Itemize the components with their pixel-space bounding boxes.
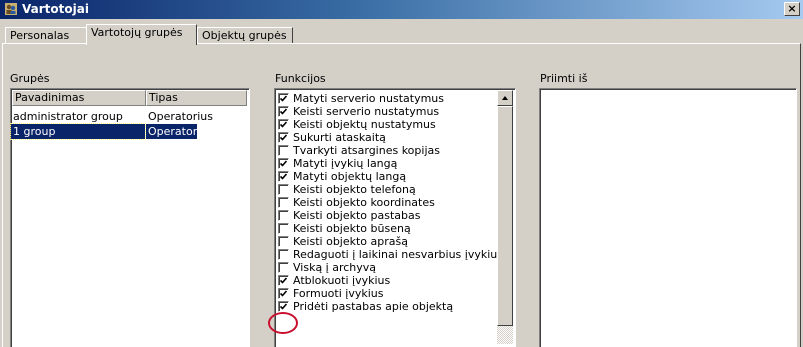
- checkmark-icon: [280, 303, 287, 310]
- checkbox-checked[interactable]: [278, 158, 289, 169]
- function-label: Keisti objekto aprašą: [293, 235, 408, 248]
- checkmark-icon: [280, 108, 287, 115]
- checkbox-unchecked[interactable]: [278, 145, 289, 156]
- function-label: Viską į archyvą: [293, 261, 377, 274]
- scroll-thumb[interactable]: [497, 106, 513, 326]
- arrow-up-icon: [502, 96, 508, 100]
- checkbox-checked[interactable]: [278, 132, 289, 143]
- tab-vartotoju-grupes[interactable]: Vartotojų grupės: [86, 24, 197, 45]
- checkbox-checked[interactable]: [278, 119, 289, 130]
- functions-checklist[interactable]: Matyti serverio nustatymus Keisti serveri…: [274, 88, 516, 347]
- checkmark-icon: [280, 173, 287, 180]
- function-label: Matyti įvykių langą: [293, 157, 398, 170]
- function-label: Matyti objektų langą: [293, 170, 407, 183]
- group-name: 1 group: [10, 123, 146, 140]
- group-type: Operatorius: [146, 124, 213, 139]
- checkmark-icon: [280, 277, 287, 284]
- checkbox-unchecked[interactable]: [278, 223, 289, 234]
- tab-personalas[interactable]: Personalas: [5, 27, 87, 43]
- checkbox-checked[interactable]: [278, 275, 289, 286]
- checkmark-icon: [280, 290, 287, 297]
- tab-strip: Personalas Vartotojų grupės Objektų grup…: [2, 23, 792, 45]
- accept-from-list[interactable]: [539, 88, 797, 347]
- users-icon: [5, 3, 17, 15]
- function-label: Pridėti pastabas apie objektą: [293, 300, 454, 313]
- groups-label: Grupės: [10, 72, 50, 85]
- function-label: Matyti serverio nustatymus: [293, 92, 444, 105]
- scroll-up-button[interactable]: [497, 90, 513, 106]
- checkbox-checked[interactable]: [278, 93, 289, 104]
- tab-panel: Grupės Pavadinimas Tipas administrator g…: [2, 43, 801, 347]
- function-label: Keisti objekto koordinates: [293, 196, 435, 209]
- function-label: Keisti objekto telefoną: [293, 183, 416, 196]
- users-window: Vartotojai × Personalas Vartotojų grupės…: [0, 0, 803, 347]
- checkmark-icon: [280, 95, 287, 102]
- function-label: Keisti serverio nustatymus: [293, 105, 440, 118]
- checkbox-checked[interactable]: [278, 301, 289, 312]
- checkbox-checked[interactable]: [278, 288, 289, 299]
- table-row[interactable]: administrator group Operatorius: [13, 109, 213, 124]
- function-label: Sukurti ataskaitą: [293, 131, 386, 144]
- close-button[interactable]: ×: [784, 2, 800, 16]
- group-name: administrator group: [13, 110, 123, 123]
- title-bar[interactable]: Vartotojai ×: [0, 0, 803, 19]
- table-row-selected[interactable]: 1 group Operatorius: [10, 123, 213, 140]
- checkbox-checked[interactable]: [278, 106, 289, 117]
- tab-objektu-grupes[interactable]: Objektų grupės: [197, 27, 293, 43]
- checkmark-icon: [280, 121, 287, 128]
- function-label: Keisti objekto būseną: [293, 222, 411, 235]
- function-label: Formuoti įvykius: [293, 287, 384, 300]
- function-label: Keisti objekto pastabas: [293, 209, 421, 222]
- column-header-type[interactable]: Tipas: [146, 90, 247, 106]
- functions-scrollbar[interactable]: [497, 90, 513, 344]
- window-title: Vartotojai: [22, 2, 89, 16]
- groups-list[interactable]: Pavadinimas Tipas administrator group Op…: [10, 88, 250, 347]
- function-label: Keisti objektų nustatymus: [293, 118, 436, 131]
- checkbox-unchecked[interactable]: [278, 236, 289, 247]
- checkbox-unchecked[interactable]: [278, 262, 289, 273]
- function-label: Tvarkyti atsargines kopijas: [293, 144, 440, 157]
- checkbox-unchecked[interactable]: [278, 249, 289, 260]
- column-header-name[interactable]: Pavadinimas: [12, 90, 146, 106]
- functions-label: Funkcijos: [275, 72, 326, 85]
- group-type: Operatorius: [148, 110, 213, 123]
- function-label: Atblokuoti įvykius: [293, 274, 391, 287]
- checkmark-icon: [280, 160, 287, 167]
- function-label: Redaguoti į laikinai nesvarbius įvykius: [293, 248, 503, 261]
- accept-from-label: Priimti iš: [540, 72, 588, 85]
- checkbox-unchecked[interactable]: [278, 184, 289, 195]
- checkbox-unchecked[interactable]: [278, 210, 289, 221]
- checkbox-checked[interactable]: [278, 171, 289, 182]
- checkmark-icon: [280, 134, 287, 141]
- close-icon: ×: [787, 2, 797, 15]
- checkbox-unchecked[interactable]: [278, 197, 289, 208]
